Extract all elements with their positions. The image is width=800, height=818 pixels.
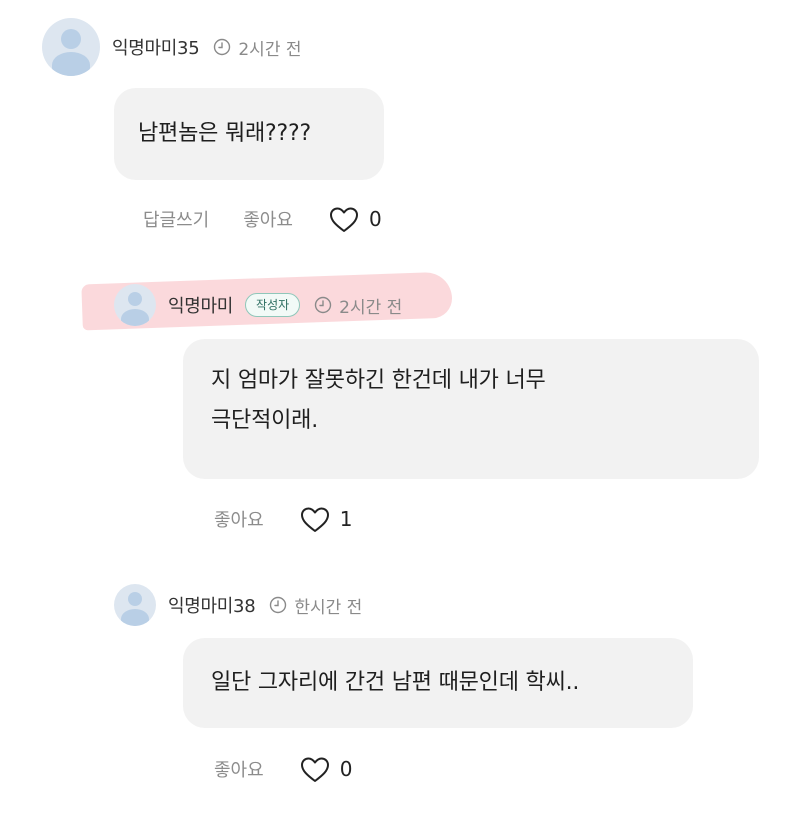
comment-text-line: 지 엄마가 잘못하긴 한건데 내가 너무 bbox=[211, 368, 546, 393]
like-count: 0 bbox=[368, 207, 382, 231]
comment-bubble: 일단 그자리에 간건 남편 때문인데 학씨.. bbox=[183, 638, 693, 728]
like-count: 0 bbox=[339, 757, 353, 781]
comment-meta: 익명마미35 2시간 전 bbox=[112, 32, 302, 62]
author-badge: 작성자 bbox=[245, 293, 301, 317]
avatar[interactable] bbox=[42, 18, 100, 76]
avatar-placeholder-icon bbox=[61, 29, 81, 49]
like-button[interactable]: 0 bbox=[300, 756, 353, 783]
comment-bubble: 남편놈은 뭐래???? bbox=[114, 88, 384, 180]
like-text-button[interactable]: 좋아요 bbox=[243, 206, 293, 232]
comment-bubble: 지 엄마가 잘못하긴 한건데 내가 너무 극단적이래. bbox=[183, 339, 759, 479]
comment-username[interactable]: 익명마미38 bbox=[168, 592, 256, 618]
like-count: 1 bbox=[339, 507, 353, 531]
comment-text: 남편놈은 뭐래???? bbox=[138, 121, 311, 146]
avatar[interactable] bbox=[114, 284, 156, 326]
like-text-button[interactable]: 좋아요 bbox=[214, 506, 264, 532]
comment-text: 일단 그자리에 간건 남편 때문인데 학씨.. bbox=[211, 670, 580, 695]
like-button[interactable]: 1 bbox=[300, 506, 353, 533]
clock-icon bbox=[214, 38, 231, 56]
comment-actions: 좋아요 0 bbox=[214, 751, 352, 787]
comment-time: 2시간 전 bbox=[238, 39, 302, 60]
avatar-placeholder-icon bbox=[128, 292, 142, 306]
clock-icon bbox=[270, 596, 287, 614]
comment-actions: 답글쓰기 좋아요 0 bbox=[143, 201, 382, 237]
heart-outline-icon bbox=[300, 757, 329, 782]
comment-text-line: 극단적이래. bbox=[211, 408, 318, 433]
like-button[interactable]: 0 bbox=[329, 206, 382, 233]
comment-actions: 좋아요 1 bbox=[214, 501, 352, 537]
like-text-button[interactable]: 좋아요 bbox=[214, 756, 264, 782]
comment-username[interactable]: 익명마미35 bbox=[112, 34, 200, 60]
avatar[interactable] bbox=[114, 584, 156, 626]
comment-meta: 익명마미38 한시간 전 bbox=[168, 590, 362, 620]
comment-meta: 익명마미 작성자 2시간 전 bbox=[168, 289, 402, 321]
comment-time: 2시간 전 bbox=[339, 297, 403, 318]
reply-button[interactable]: 답글쓰기 bbox=[143, 206, 209, 232]
comment-time: 한시간 전 bbox=[294, 597, 363, 618]
avatar-placeholder-icon bbox=[128, 592, 142, 606]
comment-username[interactable]: 익명마미 bbox=[168, 292, 233, 318]
heart-outline-icon bbox=[300, 507, 329, 532]
heart-outline-icon bbox=[329, 207, 358, 232]
clock-icon bbox=[314, 296, 332, 314]
